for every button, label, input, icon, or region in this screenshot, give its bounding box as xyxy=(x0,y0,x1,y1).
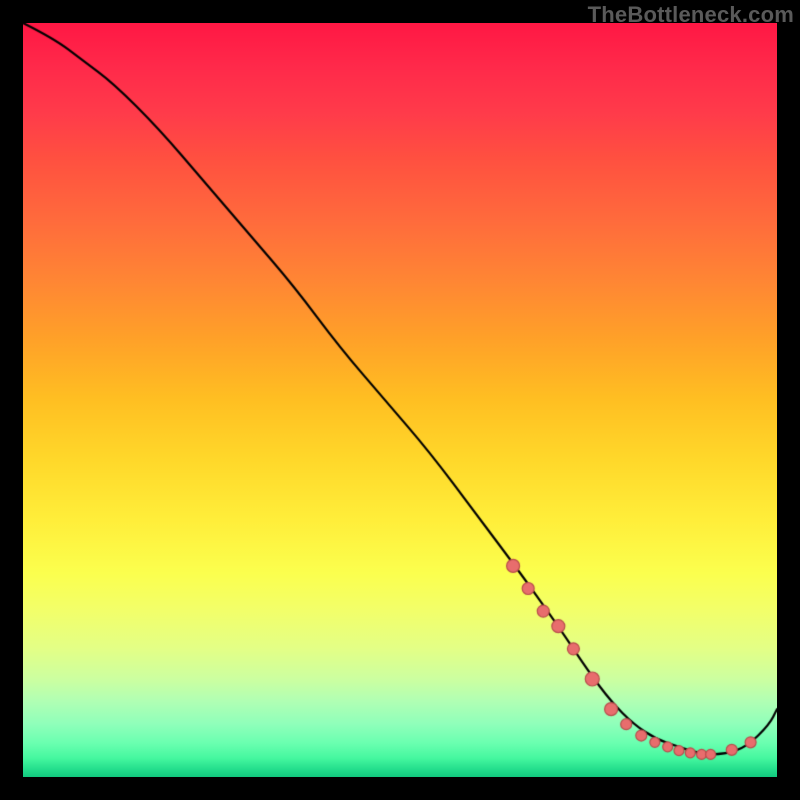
plot-area xyxy=(23,23,777,777)
plot-background-gradient xyxy=(23,23,777,777)
watermark-label: TheBottleneck.com xyxy=(588,2,794,28)
chart-frame: TheBottleneck.com xyxy=(0,0,800,800)
